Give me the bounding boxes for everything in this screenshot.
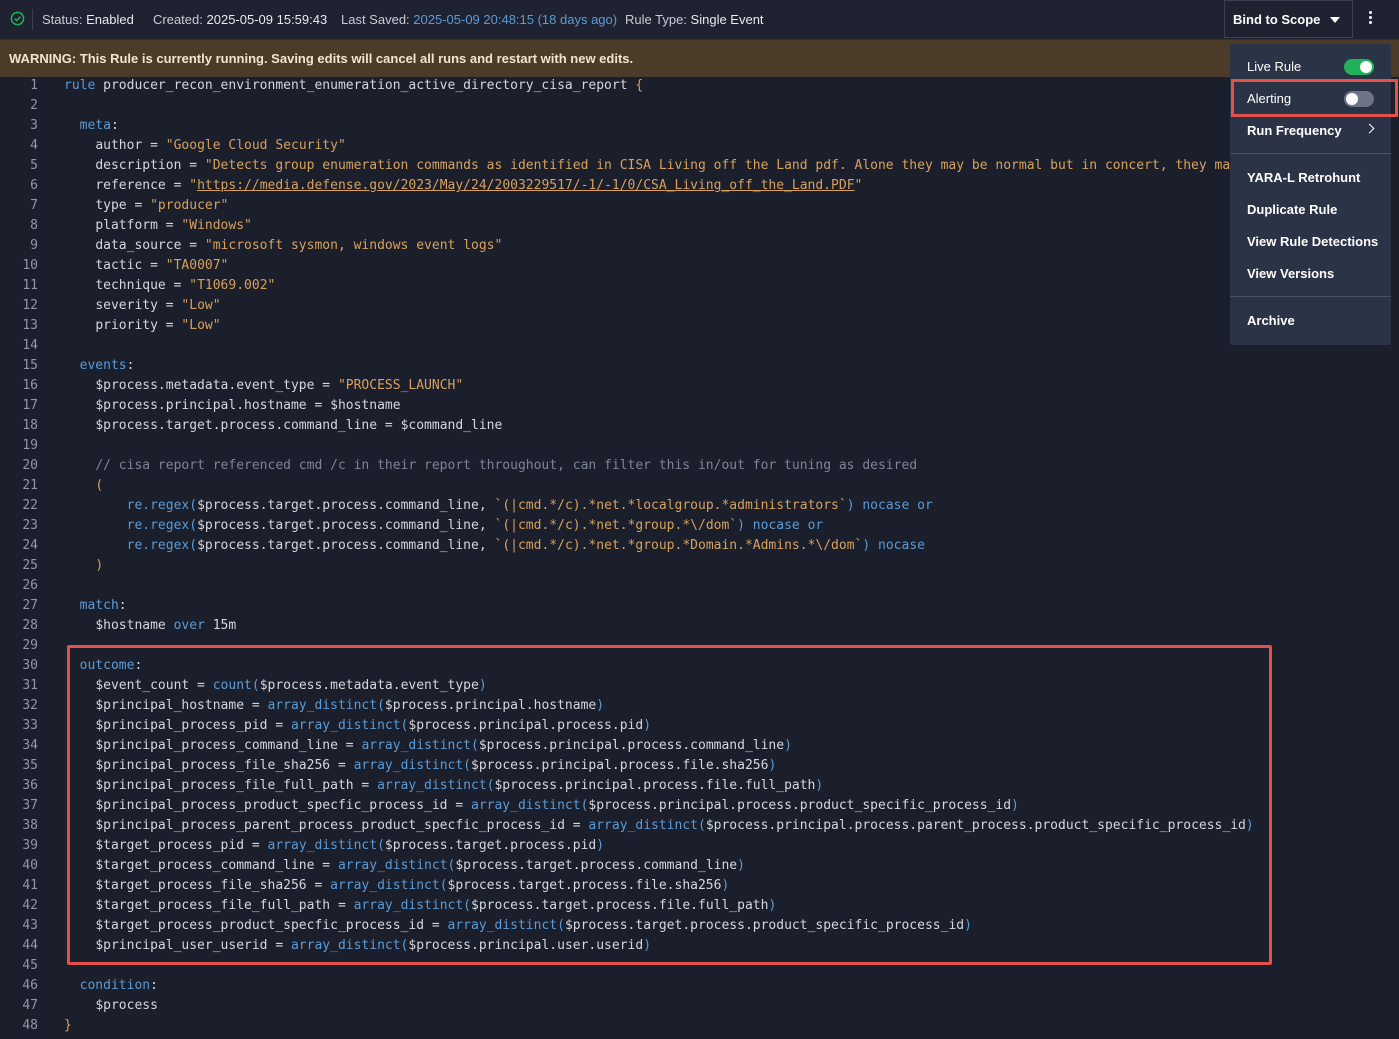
rule-type-value: Single Event [690, 12, 764, 27]
meta-section: meta [79, 118, 111, 133]
last-saved-info: Last Saved: 2025-05-09 20:48:15 (18 days… [341, 12, 617, 27]
rule-type-label: Rule Type: [625, 12, 687, 27]
alerting-highlight-box [1231, 79, 1398, 117]
status-value: Enabled [86, 12, 134, 27]
last-saved-link[interactable]: 2025-05-09 20:48:15 (18 days ago) [413, 12, 617, 27]
match-section: match [79, 598, 119, 613]
warning-text: WARNING: This Rule is currently running.… [9, 51, 634, 66]
outcome-highlight-box [67, 645, 1272, 965]
menu-item-retrohunt[interactable]: YARA-L Retrohunt [1247, 170, 1360, 185]
rule-type-info: Rule Type: Single Event [625, 12, 764, 27]
more-options-icon[interactable] [1360, 10, 1380, 30]
created-value: 2025-05-09 15:59:43 [206, 12, 328, 27]
rule-name: producer_recon_environment_enumeration_a… [103, 78, 628, 93]
condition-section: condition [79, 978, 151, 993]
menu-item-live-rule[interactable]: Live Rule [1247, 59, 1301, 74]
status-bar: Status: Enabled Created: 2025-05-09 15:5… [0, 0, 1399, 40]
events-section: events [79, 358, 127, 373]
menu-item-run-frequency[interactable]: Run Frequency [1247, 123, 1342, 138]
warning-banner: WARNING: This Rule is currently running.… [0, 40, 1399, 77]
created-info: Created: 2025-05-09 15:59:43 [153, 12, 327, 27]
last-saved-label: Last Saved: [341, 12, 410, 27]
menu-divider [1230, 153, 1391, 154]
caret-down-icon [1330, 17, 1340, 23]
menu-item-view-versions[interactable]: View Versions [1247, 266, 1334, 281]
check-circle-icon [10, 11, 25, 26]
menu-item-duplicate-rule[interactable]: Duplicate Rule [1247, 202, 1337, 217]
chevron-right-icon [1364, 123, 1375, 134]
bind-to-scope-label: Bind to Scope [1233, 12, 1321, 27]
reference-link[interactable]: https://media.defense.gov/2023/May/24/20… [197, 178, 854, 193]
created-label: Created: [153, 12, 203, 27]
divider [32, 9, 33, 30]
code-comment: // cisa report referenced cmd /c in thei… [95, 458, 918, 473]
status-label: Status: [42, 12, 83, 27]
bind-to-scope-button[interactable]: Bind to Scope [1224, 0, 1353, 38]
menu-item-archive[interactable]: Archive [1247, 313, 1295, 328]
live-rule-toggle[interactable] [1344, 59, 1374, 75]
menu-item-view-detections[interactable]: View Rule Detections [1247, 234, 1378, 249]
status-info: Status: Enabled [42, 12, 134, 27]
menu-divider [1230, 296, 1391, 297]
